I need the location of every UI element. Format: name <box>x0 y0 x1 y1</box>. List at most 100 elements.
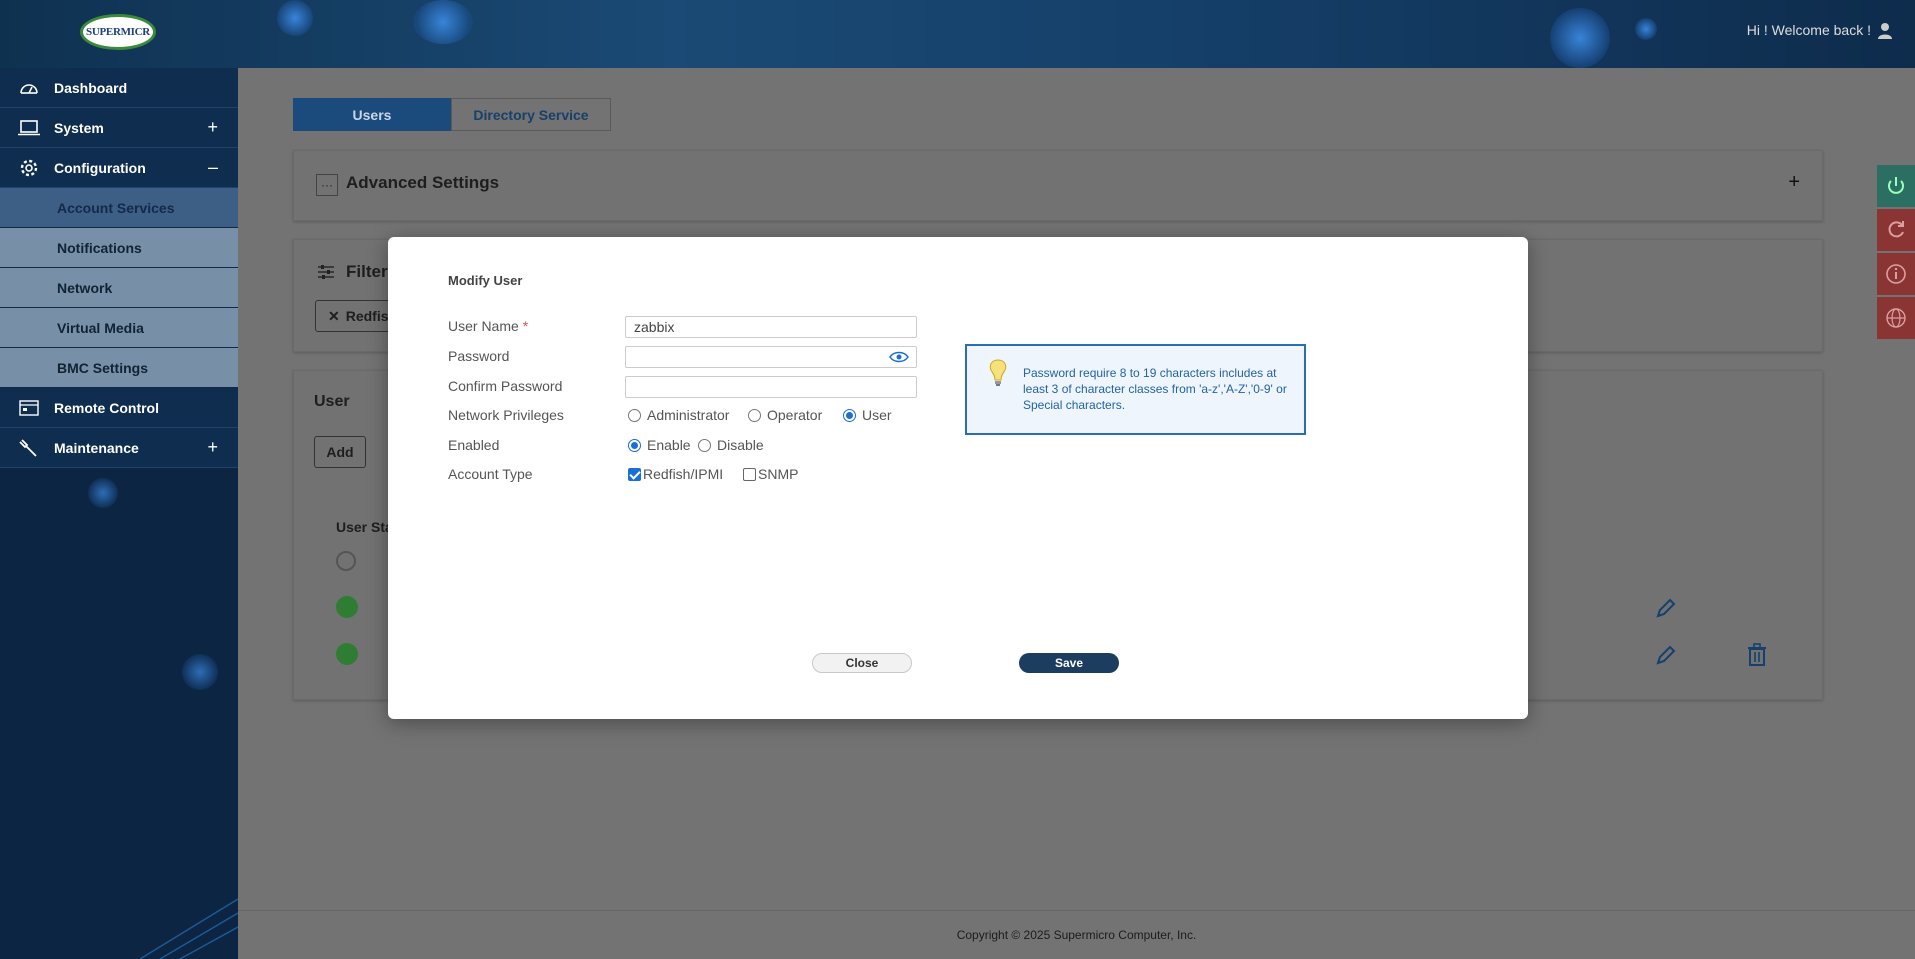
radio-icon <box>748 408 761 422</box>
disable-radio[interactable]: Disable <box>698 437 764 453</box>
dashboard-icon <box>18 77 40 99</box>
radio-icon <box>628 408 641 422</box>
password-hint-text: Password require 8 to 19 characters incl… <box>1023 366 1287 412</box>
decor-lines <box>140 898 238 959</box>
confirm-password-field[interactable] <box>625 376 917 398</box>
confirm-password-label: Confirm Password <box>448 378 563 394</box>
radio-icon <box>628 438 641 452</box>
privilege-user-radio[interactable]: User <box>843 407 892 423</box>
radio-label: User <box>862 407 892 423</box>
radio-label: Disable <box>717 437 764 453</box>
sidebar-item-maintenance[interactable]: Maintenance + <box>0 428 238 468</box>
advanced-settings-card: ··· Advanced Settings + <box>293 150 1823 221</box>
laptop-icon <box>18 117 40 139</box>
logo-text: SUPERMICR <box>86 26 150 38</box>
footer: Copyright © 2025 Supermicro Computer, In… <box>238 910 1915 959</box>
sidebar-item-configuration[interactable]: Configuration – <box>0 148 238 188</box>
copyright-text: Copyright © 2025 Supermicro Computer, In… <box>956 928 1197 942</box>
radio-label: Enable <box>647 437 691 453</box>
sidebar-subitem-virtual-media[interactable]: Virtual Media <box>0 308 238 348</box>
filter-chip-label: Redfis <box>345 308 389 324</box>
save-button[interactable]: Save <box>1019 653 1119 673</box>
close-icon[interactable]: ✕ <box>328 308 340 325</box>
username-label: User Name * <box>448 318 528 334</box>
advanced-settings-title: Advanced Settings <box>346 173 500 192</box>
sidebar: Dashboard System + Configuration – Accou… <box>0 68 238 959</box>
close-button[interactable]: Close <box>812 653 912 673</box>
refresh-button[interactable] <box>1877 209 1915 251</box>
sidebar-item-remote-control[interactable]: Remote Control <box>0 388 238 428</box>
username-field[interactable] <box>625 316 917 338</box>
checkbox-icon <box>743 467 756 481</box>
required-mark: * <box>522 318 529 334</box>
enabled-label: Enabled <box>448 437 500 453</box>
language-button[interactable] <box>1877 297 1915 339</box>
monitor-icon <box>18 397 40 419</box>
collapse-icon: – <box>207 157 218 177</box>
refresh-icon <box>1888 221 1904 238</box>
filter-title: Filter <box>346 262 388 281</box>
sidebar-subitem-notifications[interactable]: Notifications <box>0 228 238 268</box>
checkbox-icon <box>628 467 641 481</box>
sidebar-subitem-bmc-settings[interactable]: BMC Settings <box>0 348 238 388</box>
sidebar-item-system[interactable]: System + <box>0 108 238 148</box>
user-status-header: User Sta <box>336 519 393 535</box>
password-field[interactable] <box>625 346 917 368</box>
gear-icon <box>18 157 40 179</box>
top-header: SUPERMICR Hi ! Welcome back ! <box>0 0 1915 68</box>
password-label: Password <box>448 348 510 364</box>
sidebar-item-label: Dashboard <box>54 79 128 96</box>
power-button[interactable] <box>1877 165 1915 207</box>
enable-radio[interactable]: Enable <box>628 437 691 453</box>
sidebar-subitem-network[interactable]: Network <box>0 268 238 308</box>
enabled-status-icon <box>336 643 358 665</box>
privilege-operator-radio[interactable]: Operator <box>748 407 822 423</box>
tab-users[interactable]: Users <box>293 98 451 131</box>
checkbox-label: Redfish/IPMI <box>643 466 724 482</box>
dialog-title: Modify User <box>448 273 523 288</box>
more-icon: ··· <box>316 174 338 196</box>
filter-sliders-icon <box>316 262 336 282</box>
account-type-label: Account Type <box>448 466 533 482</box>
user-card-title: User <box>314 393 350 410</box>
wrench-icon <box>18 437 40 459</box>
modify-user-dialog: Modify User User Name * Password Confirm… <box>388 237 1528 719</box>
decor-bubble <box>277 0 313 36</box>
sidebar-item-label: Maintenance <box>54 439 139 456</box>
supermicro-logo[interactable]: SUPERMICR <box>80 14 156 50</box>
eye-icon[interactable] <box>888 349 910 365</box>
snmp-checkbox[interactable]: SNMP <box>743 466 798 482</box>
radio-label: Administrator <box>647 407 730 423</box>
redfish-ipmi-checkbox[interactable]: Redfish/IPMI <box>628 466 723 482</box>
decor-bubble <box>88 478 118 508</box>
globe-icon <box>1886 308 1906 328</box>
tab-directory-service[interactable]: Directory Service <box>451 98 611 131</box>
info-button[interactable] <box>1877 253 1915 295</box>
decor-bubble <box>1550 8 1610 68</box>
decor-bubble <box>182 654 218 690</box>
enabled-status-icon <box>336 596 358 618</box>
password-hint-box: Password require 8 to 19 characters incl… <box>965 344 1306 435</box>
add-button[interactable]: Add <box>314 436 366 468</box>
checkbox-label: SNMP <box>758 466 799 482</box>
expand-icon[interactable]: + <box>1788 171 1800 194</box>
info-icon <box>1886 264 1906 284</box>
trash-icon[interactable] <box>1746 643 1768 667</box>
radio-label: Operator <box>767 407 823 423</box>
username-label-text: User Name <box>448 318 519 334</box>
sidebar-item-label: Configuration <box>54 159 146 176</box>
edit-icon[interactable] <box>1654 643 1678 667</box>
decor-bubble <box>413 0 473 44</box>
sidebar-item-label: Remote Control <box>54 399 159 416</box>
network-privileges-label: Network Privileges <box>448 407 564 423</box>
sidebar-item-dashboard[interactable]: Dashboard <box>0 68 238 108</box>
disabled-status-icon <box>336 551 356 571</box>
user-icon[interactable] <box>1877 22 1893 40</box>
sidebar-subitem-account-services[interactable]: Account Services <box>0 188 238 228</box>
lightbulb-icon <box>987 358 1009 388</box>
welcome-message: Hi ! Welcome back ! <box>1746 22 1871 38</box>
edit-icon[interactable] <box>1654 596 1678 620</box>
decor-bubble <box>1635 18 1657 40</box>
radio-icon <box>843 408 856 422</box>
privilege-administrator-radio[interactable]: Administrator <box>628 407 729 423</box>
